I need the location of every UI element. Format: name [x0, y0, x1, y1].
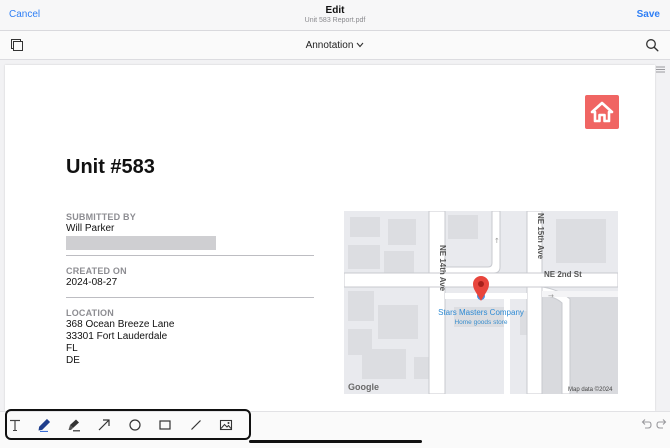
- divider: [66, 297, 314, 298]
- location-label: LOCATION: [66, 308, 114, 318]
- scroll-grip-icon[interactable]: [656, 66, 665, 73]
- image-tool-icon[interactable]: [219, 418, 233, 432]
- company-logo: [585, 95, 619, 129]
- house-logo-icon: [590, 101, 614, 123]
- location-map: NE 14th Ave NE 15th Ave NE 2nd St Stars …: [344, 211, 618, 394]
- highlighter-tool-icon[interactable]: [67, 418, 81, 432]
- circle-tool-icon[interactable]: [128, 418, 142, 432]
- chevron-down-icon: [356, 43, 364, 48]
- redo-icon[interactable]: [656, 418, 668, 430]
- divider: [66, 255, 314, 256]
- undo-icon[interactable]: [640, 418, 652, 430]
- file-name: Unit 583 Report.pdf: [304, 17, 366, 24]
- home-indicator: [249, 440, 422, 443]
- submitted-by-value: Will Parker: [66, 223, 115, 234]
- created-on-label: CREATED ON: [66, 266, 127, 276]
- location-state: FL: [66, 343, 78, 354]
- google-logo: Google: [348, 382, 379, 392]
- location-street: 368 Ocean Breeze Lane: [66, 319, 175, 330]
- location-country: DE: [66, 355, 80, 366]
- line-tool-icon[interactable]: [189, 418, 203, 432]
- map-attribution: Map data ©2024: [568, 386, 613, 393]
- document-title: Unit #583: [66, 156, 155, 178]
- mode-selector[interactable]: Annotation: [0, 40, 670, 51]
- arrow-tool-icon[interactable]: [97, 418, 111, 432]
- street-label-ne-2nd: NE 2nd St: [544, 270, 582, 279]
- save-button[interactable]: Save: [637, 9, 660, 20]
- mode-label: Annotation: [305, 40, 354, 51]
- screen-title: Edit: [325, 5, 345, 16]
- one-way-arrow: →: [548, 292, 554, 300]
- one-way-arrow: ↑: [494, 237, 500, 245]
- rectangle-tool-icon[interactable]: [158, 418, 172, 432]
- street-label-ne-14th: NE 14th Ave: [438, 245, 447, 292]
- redacted-field: [66, 236, 216, 250]
- created-on-value: 2024-08-27: [66, 277, 118, 288]
- location-city: 33301 Fort Lauderdale: [66, 331, 168, 342]
- annotation-toolbar: Annotation: [0, 31, 670, 60]
- nav-bar: Cancel Edit Unit 583 Report.pdf Save: [0, 0, 670, 31]
- place-category: Home goods store: [454, 319, 507, 326]
- pen-tool-icon[interactable]: [37, 418, 51, 432]
- submitted-by-label: SUBMITTED BY: [66, 212, 136, 222]
- street-label-ne-15th: NE 15th Ave: [536, 213, 545, 260]
- place-name: Stars Masters Company: [438, 308, 524, 317]
- text-tool-icon[interactable]: [8, 418, 22, 432]
- search-icon[interactable]: [645, 38, 659, 52]
